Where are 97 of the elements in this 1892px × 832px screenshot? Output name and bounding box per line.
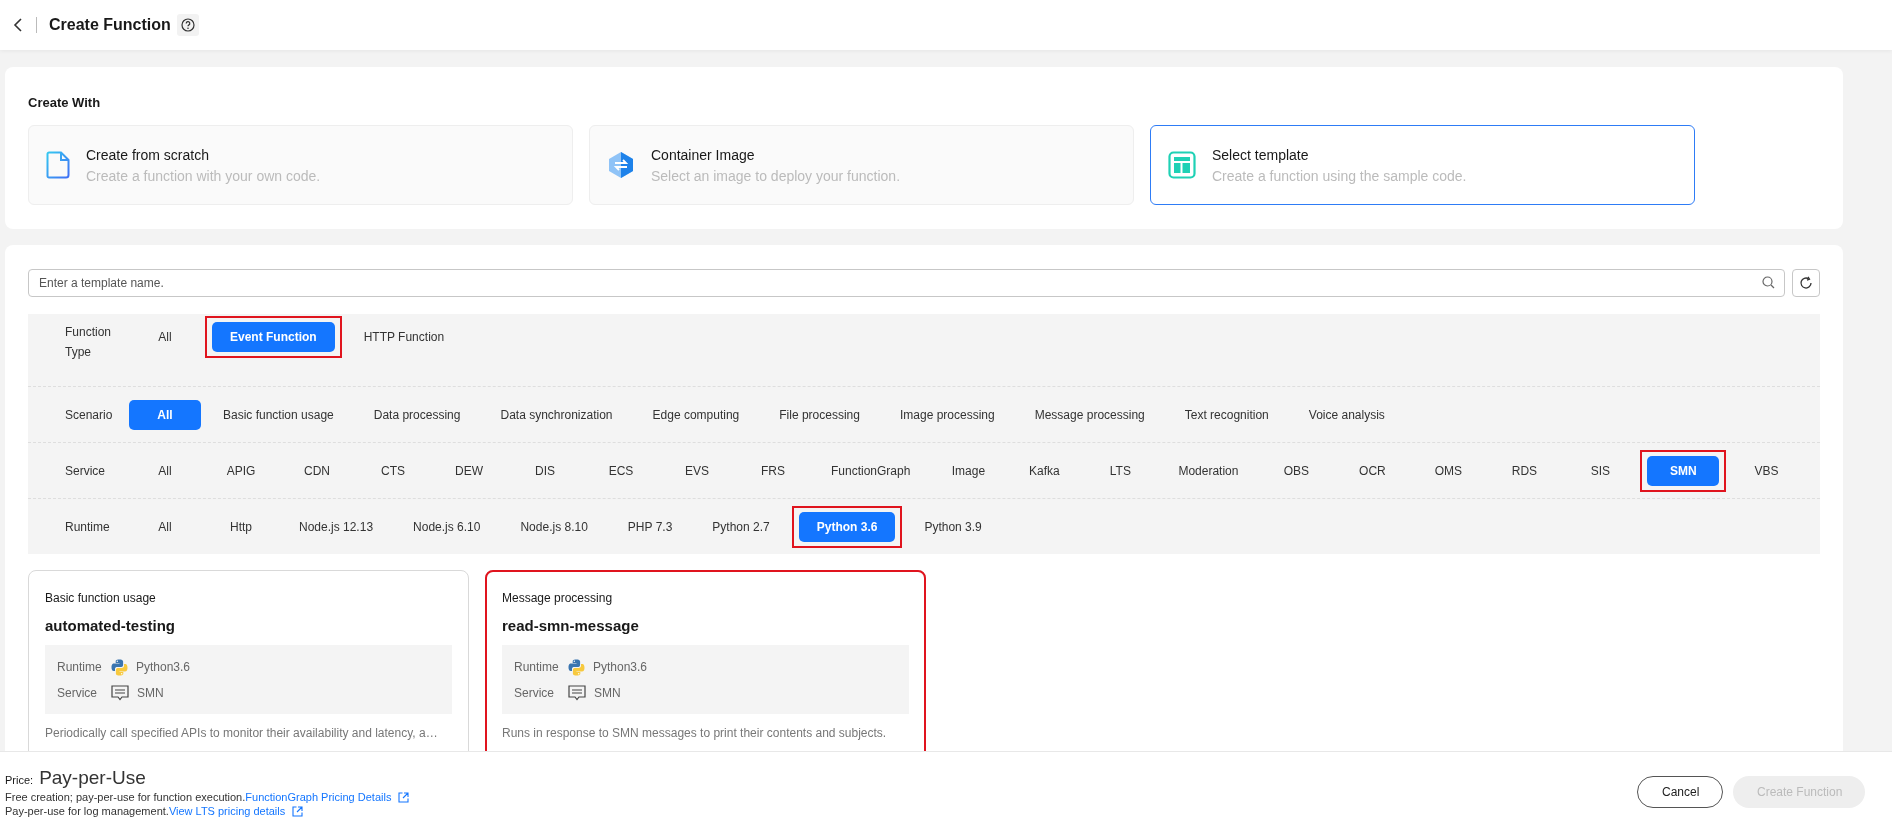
filter-option[interactable]: All bbox=[129, 511, 201, 542]
option-title: Create from scratch bbox=[86, 146, 210, 163]
filter-option[interactable]: All bbox=[129, 399, 201, 430]
filter-option[interactable]: Text recognition bbox=[1166, 399, 1287, 430]
filter-option[interactable]: Event Function bbox=[212, 322, 335, 352]
pricing-link[interactable]: FunctionGraph Pricing Details bbox=[245, 791, 392, 803]
info-label: Service bbox=[57, 685, 98, 700]
info-value: Python3.6 bbox=[593, 660, 648, 674]
search-field[interactable]: Enter a template name. bbox=[28, 269, 1785, 297]
filter-label: Scenario bbox=[65, 406, 114, 424]
template-card[interactable]: Message processing read-smn-message Runtime Python3.6 Service SMN Runs in response to SMN messages to print their contents and subjects. bbox=[485, 570, 926, 751]
pricing-note: Free creation; pay-per-use for function execution. bbox=[5, 791, 246, 803]
info-label: Service bbox=[514, 685, 555, 700]
refresh-button[interactable] bbox=[1792, 269, 1820, 297]
filter-option[interactable]: File processing bbox=[761, 399, 878, 430]
filter-option[interactable]: Edge computing bbox=[634, 399, 758, 430]
filter-option[interactable]: Node.js 8.10 bbox=[502, 511, 606, 542]
filter-option[interactable]: Basic function usage bbox=[205, 399, 352, 430]
help-icon bbox=[180, 18, 195, 32]
template-description: Periodically call specified APIs to monitor their availability and latency, a… bbox=[45, 726, 439, 740]
back-icon[interactable] bbox=[12, 18, 24, 32]
filter-label: Function Type bbox=[65, 324, 113, 361]
filter-option[interactable]: Data synchronization bbox=[482, 399, 631, 430]
search-icon[interactable] bbox=[1762, 276, 1775, 289]
filter-option[interactable]: Message processing bbox=[1016, 399, 1163, 430]
help-button[interactable] bbox=[176, 14, 199, 36]
filter-option[interactable]: Python 2.7 bbox=[694, 511, 788, 542]
section-title: Create With bbox=[28, 95, 102, 110]
filter-option[interactable]: ECS bbox=[585, 455, 657, 486]
filter-option[interactable]: PHP 7.3 bbox=[609, 511, 691, 542]
message-icon bbox=[111, 684, 129, 701]
filter-option[interactable]: Kafka bbox=[1008, 455, 1081, 486]
pricing-note: Pay-per-use for log management. bbox=[5, 805, 169, 817]
info-label: Runtime bbox=[514, 660, 560, 674]
info-value: Python3.6 bbox=[136, 660, 191, 674]
option-title: Container Image bbox=[651, 146, 756, 163]
filter-option[interactable]: CDN bbox=[281, 455, 353, 486]
external-link-icon[interactable] bbox=[398, 791, 410, 803]
refresh-icon bbox=[1799, 276, 1813, 290]
option-description: Select an image to deploy your function. bbox=[651, 167, 901, 184]
page-title: Create Function bbox=[49, 16, 171, 34]
filter-option[interactable]: RDS bbox=[1488, 455, 1561, 486]
filter-label: Service bbox=[65, 462, 106, 480]
filter-option[interactable]: VBS bbox=[1730, 455, 1803, 486]
filter-option[interactable]: SMN bbox=[1647, 455, 1720, 486]
filter-option[interactable]: Node.js 12.13 bbox=[281, 511, 392, 542]
filter-option[interactable]: HTTP Function bbox=[345, 322, 463, 352]
filter-option[interactable]: All bbox=[129, 455, 201, 486]
info-label: Runtime bbox=[57, 660, 103, 674]
filter-option[interactable]: FunctionGraph bbox=[813, 455, 929, 486]
price-label: Price: bbox=[5, 774, 34, 786]
filter-option[interactable]: Moderation bbox=[1160, 455, 1257, 486]
filter-option[interactable]: Http bbox=[205, 511, 277, 542]
message-icon bbox=[568, 684, 586, 701]
hexagon-arrows-icon bbox=[607, 151, 635, 179]
filter-option[interactable]: EVS bbox=[661, 455, 733, 486]
option-description: Create a function with your own code. bbox=[86, 167, 321, 184]
filter-option[interactable]: LTS bbox=[1084, 455, 1157, 486]
python-logo-icon bbox=[111, 658, 128, 676]
layout-template-icon bbox=[1168, 151, 1196, 179]
price-value: Pay-per-Use bbox=[39, 767, 146, 789]
filter-option[interactable]: SIS bbox=[1564, 455, 1637, 486]
template-name: automated-testing bbox=[45, 617, 176, 634]
template-description: Runs in response to SMN messages to print their contents and subjects. bbox=[502, 726, 888, 740]
filter-option[interactable]: FRS bbox=[737, 455, 809, 486]
create-option-card[interactable]: Select template Create a function using the sample code. bbox=[1150, 125, 1695, 205]
template-category: Basic function usage bbox=[45, 591, 157, 605]
filter-option[interactable]: OMS bbox=[1412, 455, 1485, 486]
template-category: Message processing bbox=[502, 591, 614, 605]
python-logo-icon bbox=[568, 658, 585, 676]
filter-option[interactable]: DIS bbox=[509, 455, 581, 486]
filter-label: Runtime bbox=[65, 518, 111, 536]
filter-option[interactable]: Data processing bbox=[355, 399, 479, 430]
external-link-icon[interactable] bbox=[292, 805, 304, 817]
create-option-card[interactable]: Create from scratch Create a function with your own code. bbox=[28, 125, 573, 205]
filter-option[interactable]: Node.js 6.10 bbox=[395, 511, 499, 542]
info-value: SMN bbox=[594, 685, 621, 700]
filter-option[interactable]: Voice analysis bbox=[1290, 399, 1403, 430]
info-value: SMN bbox=[137, 685, 164, 700]
filter-option[interactable]: Python 3.6 bbox=[798, 511, 896, 542]
cancel-button[interactable]: Cancel bbox=[1637, 776, 1723, 808]
filter-option[interactable]: OCR bbox=[1336, 455, 1409, 486]
create-option-card[interactable]: Container Image Select an image to deploy your function. bbox=[589, 125, 1134, 205]
filter-option[interactable]: Image processing bbox=[881, 399, 1013, 430]
filter-option[interactable]: CTS bbox=[357, 455, 429, 486]
filter-option[interactable]: Image bbox=[932, 455, 1005, 486]
template-name: read-smn-message bbox=[502, 617, 640, 634]
filter-option[interactable]: DEW bbox=[433, 455, 505, 486]
pricing-link[interactable]: View LTS pricing details bbox=[168, 805, 286, 817]
filter-option[interactable]: All bbox=[129, 322, 201, 352]
template-card[interactable]: Basic function usage automated-testing Runtime Python3.6 Service SMN Periodically call specified APIs to monitor their availability and latency, a… bbox=[28, 570, 469, 751]
filter-option[interactable]: APIG bbox=[205, 455, 277, 486]
document-icon bbox=[46, 151, 70, 179]
option-title: Select template bbox=[1212, 146, 1310, 163]
filter-option[interactable]: Python 3.9 bbox=[906, 511, 1000, 542]
option-description: Create a function using the sample code. bbox=[1212, 167, 1467, 184]
filter-option[interactable]: OBS bbox=[1260, 455, 1333, 486]
